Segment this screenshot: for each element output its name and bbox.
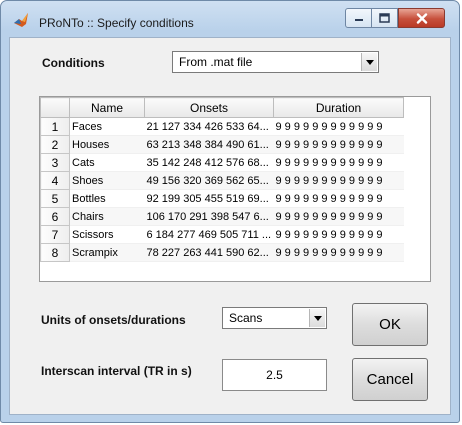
row-number[interactable]: 8: [40, 243, 70, 262]
interscan-input[interactable]: 2.5: [222, 359, 327, 391]
conditions-dropdown[interactable]: From .mat file: [172, 51, 379, 73]
table-row[interactable]: 2 Houses 63 213 348 384 490 61... 9 9 9 9 9…: [40, 135, 404, 154]
row-number[interactable]: 7: [40, 225, 70, 244]
cell-name[interactable]: Cats: [69, 153, 145, 172]
maximize-icon: [379, 13, 390, 23]
row-number[interactable]: 1: [40, 117, 70, 136]
cell-onsets[interactable]: 35 142 248 412 576 68...: [144, 153, 274, 172]
cell-duration[interactable]: 9 9 9 9 9 9 9 9 9 9 9 9: [273, 117, 404, 136]
cell-name[interactable]: Scrampix: [69, 243, 145, 262]
row-number[interactable]: 4: [40, 171, 70, 190]
conditions-table[interactable]: Name Onsets Duration 1 Faces 21 127 334 42…: [39, 96, 431, 282]
cell-duration[interactable]: 9 9 9 9 9 9 9 9 9 9 9 9: [273, 207, 404, 226]
cell-duration[interactable]: 9 9 9 9 9 9 9 9 9 9 9 9: [273, 135, 404, 154]
units-dropdown[interactable]: Scans: [222, 307, 327, 329]
cell-duration[interactable]: 9 9 9 9 9 9 9 9 9 9 9 9: [273, 225, 404, 244]
table-row[interactable]: 1 Faces 21 127 334 426 533 64... 9 9 9 9 9 …: [40, 117, 404, 136]
minimize-button[interactable]: [345, 8, 372, 28]
cell-onsets[interactable]: 49 156 320 369 562 65...: [144, 171, 274, 190]
conditions-grid: Name Onsets Duration 1 Faces 21 127 334 42…: [40, 97, 404, 262]
conditions-label: Conditions: [42, 56, 105, 70]
window-title: PRoNTo :: Specify conditions: [39, 16, 194, 30]
table-row[interactable]: 8 Scrampix 78 227 263 441 590 62... 9 9 9 9…: [40, 243, 404, 262]
cell-onsets[interactable]: 63 213 348 384 490 61...: [144, 135, 274, 154]
conditions-selected-value: From .mat file: [179, 55, 253, 69]
row-number[interactable]: 3: [40, 153, 70, 172]
cell-onsets[interactable]: 6 184 277 469 505 711 ...: [144, 225, 274, 244]
cell-duration[interactable]: 9 9 9 9 9 9 9 9 9 9 9 9: [273, 189, 404, 208]
chevron-down-icon[interactable]: [361, 53, 377, 71]
row-number[interactable]: 5: [40, 189, 70, 208]
table-header-row: Name Onsets Duration: [40, 97, 404, 118]
cell-name[interactable]: Faces: [69, 117, 145, 136]
dialog-body: Conditions From .mat file Name Onsets Du…: [9, 37, 451, 415]
table-row[interactable]: 3 Cats 35 142 248 412 576 68... 9 9 9 9 9 9…: [40, 153, 404, 172]
units-label: Units of onsets/durations: [41, 313, 186, 327]
cell-duration[interactable]: 9 9 9 9 9 9 9 9 9 9 9 9: [273, 243, 404, 262]
cell-name[interactable]: Houses: [69, 135, 145, 154]
cell-name[interactable]: Chairs: [69, 207, 145, 226]
table-row[interactable]: 6 Chairs 106 170 291 398 547 6... 9 9 9 9 9…: [40, 207, 404, 226]
cell-onsets[interactable]: 106 170 291 398 547 6...: [144, 207, 274, 226]
row-number[interactable]: 6: [40, 207, 70, 226]
close-icon: [416, 12, 427, 24]
column-header-name[interactable]: Name: [69, 97, 145, 118]
table-row[interactable]: 4 Shoes 49 156 320 369 562 65... 9 9 9 9 9 …: [40, 171, 404, 190]
table-row[interactable]: 7 Scissors 6 184 277 469 505 711 ... 9 9 9 …: [40, 225, 404, 244]
cell-onsets[interactable]: 21 127 334 426 533 64...: [144, 117, 274, 136]
minimize-icon: [354, 19, 363, 21]
chevron-down-icon[interactable]: [309, 309, 325, 327]
units-selected-value: Scans: [229, 311, 263, 325]
cancel-button[interactable]: Cancel: [352, 358, 428, 401]
cell-onsets[interactable]: 78 227 263 441 590 62...: [144, 243, 274, 262]
table-corner: [40, 97, 70, 118]
cell-duration[interactable]: 9 9 9 9 9 9 9 9 9 9 9 9: [273, 171, 404, 190]
cell-name[interactable]: Shoes: [69, 171, 145, 190]
close-button[interactable]: [398, 8, 445, 28]
matlab-icon: [14, 13, 28, 27]
table-row[interactable]: 5 Bottles 92 199 305 455 519 69... 9 9 9 9 …: [40, 189, 404, 208]
row-number[interactable]: 2: [40, 135, 70, 154]
cell-duration[interactable]: 9 9 9 9 9 9 9 9 9 9 9 9: [273, 153, 404, 172]
table-body: 1 Faces 21 127 334 426 533 64... 9 9 9 9 9 …: [40, 117, 404, 262]
cell-name[interactable]: Bottles: [69, 189, 145, 208]
column-header-onsets[interactable]: Onsets: [144, 97, 274, 118]
title-bar[interactable]: PRoNTo :: Specify conditions: [1, 1, 459, 37]
cell-onsets[interactable]: 92 199 305 455 519 69...: [144, 189, 274, 208]
dialog-window: PRoNTo :: Specify conditions Conditions …: [0, 0, 460, 423]
interscan-label: Interscan interval (TR in s): [41, 364, 192, 378]
maximize-button[interactable]: [372, 8, 398, 28]
ok-button[interactable]: OK: [352, 303, 428, 346]
cell-name[interactable]: Scissors: [69, 225, 145, 244]
column-header-duration[interactable]: Duration: [273, 97, 404, 118]
